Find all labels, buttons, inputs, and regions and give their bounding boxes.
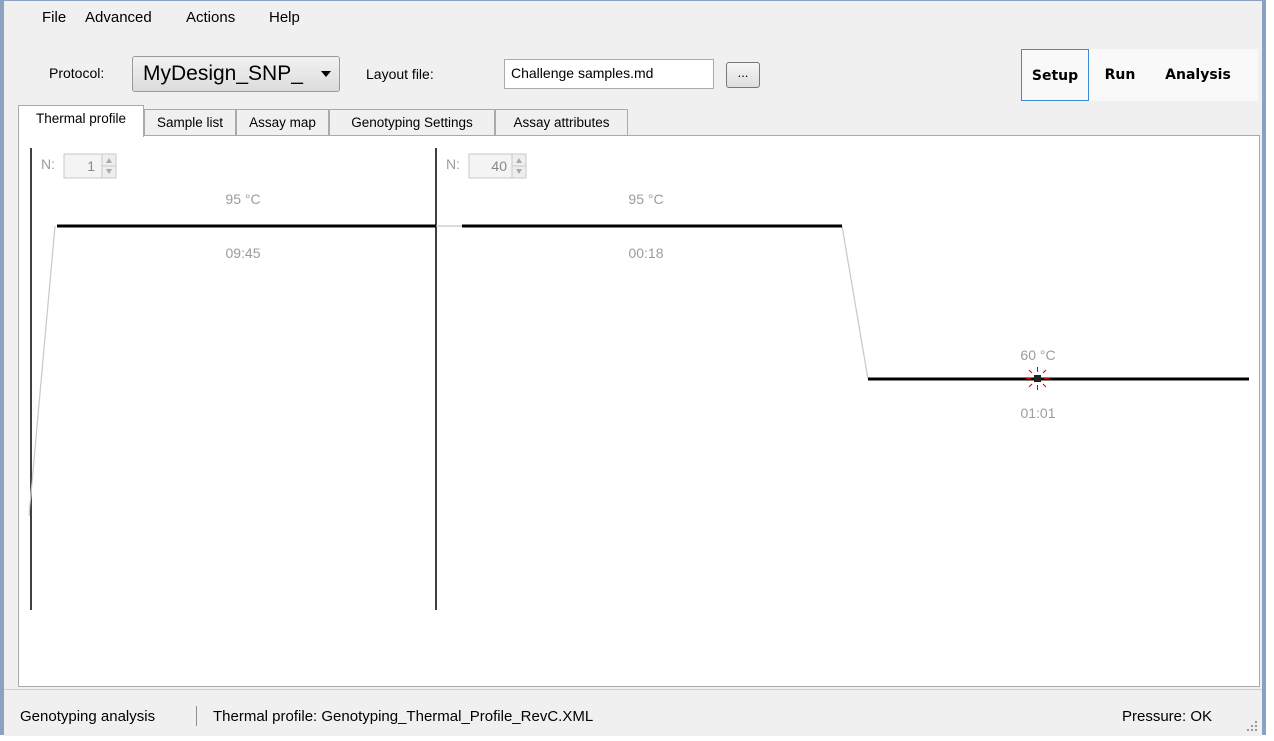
thermal-profile-panel: N: 1 N: 40 95 °C 09:45 95 °C 00:18 60 °C… [18, 135, 1260, 687]
step-time[interactable]: 00:18 [628, 245, 663, 261]
status-mode: Genotyping analysis [20, 708, 156, 725]
app-window: File Advanced Actions Help Protocol: MyD… [0, 0, 1266, 736]
setup-mode-button[interactable]: Setup [1021, 49, 1089, 101]
tab-assay-attributes[interactable]: Assay attributes [495, 109, 628, 136]
status-separator [196, 706, 197, 726]
cycles-label: N: [446, 156, 460, 172]
resize-grip-icon[interactable] [1246, 720, 1258, 732]
cycles-value: 1 [87, 158, 95, 174]
protocol-select[interactable]: MyDesign_SNP_ [132, 56, 340, 92]
status-pressure: Pressure: OK [1122, 708, 1213, 725]
analysis-mode-button[interactable]: Analysis [1151, 49, 1245, 101]
cycles-value: 40 [491, 158, 507, 174]
step-time[interactable]: 09:45 [225, 245, 260, 261]
tab-thermal-profile[interactable]: Thermal profile [18, 105, 144, 137]
run-mode-button[interactable]: Run [1097, 49, 1143, 101]
status-bar: Genotyping analysis Thermal profile: Gen… [4, 689, 1262, 736]
protocol-value: MyDesign_SNP_ [143, 62, 303, 85]
step-temperature[interactable]: 60 °C [1020, 347, 1055, 363]
layout-file-input[interactable]: Challenge samples.md [504, 59, 714, 89]
chevron-down-icon [321, 71, 331, 77]
tab-assay-map[interactable]: Assay map [236, 109, 329, 136]
protocol-label: Protocol: [49, 65, 105, 81]
step-time[interactable]: 01:01 [1020, 405, 1055, 421]
cycles-label: N: [41, 156, 55, 172]
mode-switcher: Setup Run Analysis [1021, 49, 1258, 101]
tab-genotyping-settings[interactable]: Genotyping Settings [329, 109, 495, 136]
browse-button[interactable]: ... [726, 62, 760, 88]
step-temperature[interactable]: 95 °C [225, 191, 260, 207]
menu-bar: File Advanced Actions Help [4, 1, 1262, 35]
thermal-profile-graph: N: 1 N: 40 95 °C 09:45 95 °C 00:18 60 °C… [28, 148, 1249, 610]
menu-file[interactable]: File [42, 9, 66, 26]
tab-sample-list[interactable]: Sample list [144, 109, 236, 136]
menu-actions[interactable]: Actions [186, 9, 235, 26]
layout-file-label: Layout file: [366, 66, 434, 82]
menu-help[interactable]: Help [269, 9, 300, 26]
ramp-line [28, 225, 56, 517]
status-profile: Thermal profile: Genotyping_Thermal_Prof… [213, 708, 594, 725]
menu-advanced[interactable]: Advanced [85, 9, 152, 26]
ramp-line [841, 225, 869, 380]
selected-point-marker-icon[interactable] [1026, 367, 1049, 390]
step-temperature[interactable]: 95 °C [628, 191, 663, 207]
